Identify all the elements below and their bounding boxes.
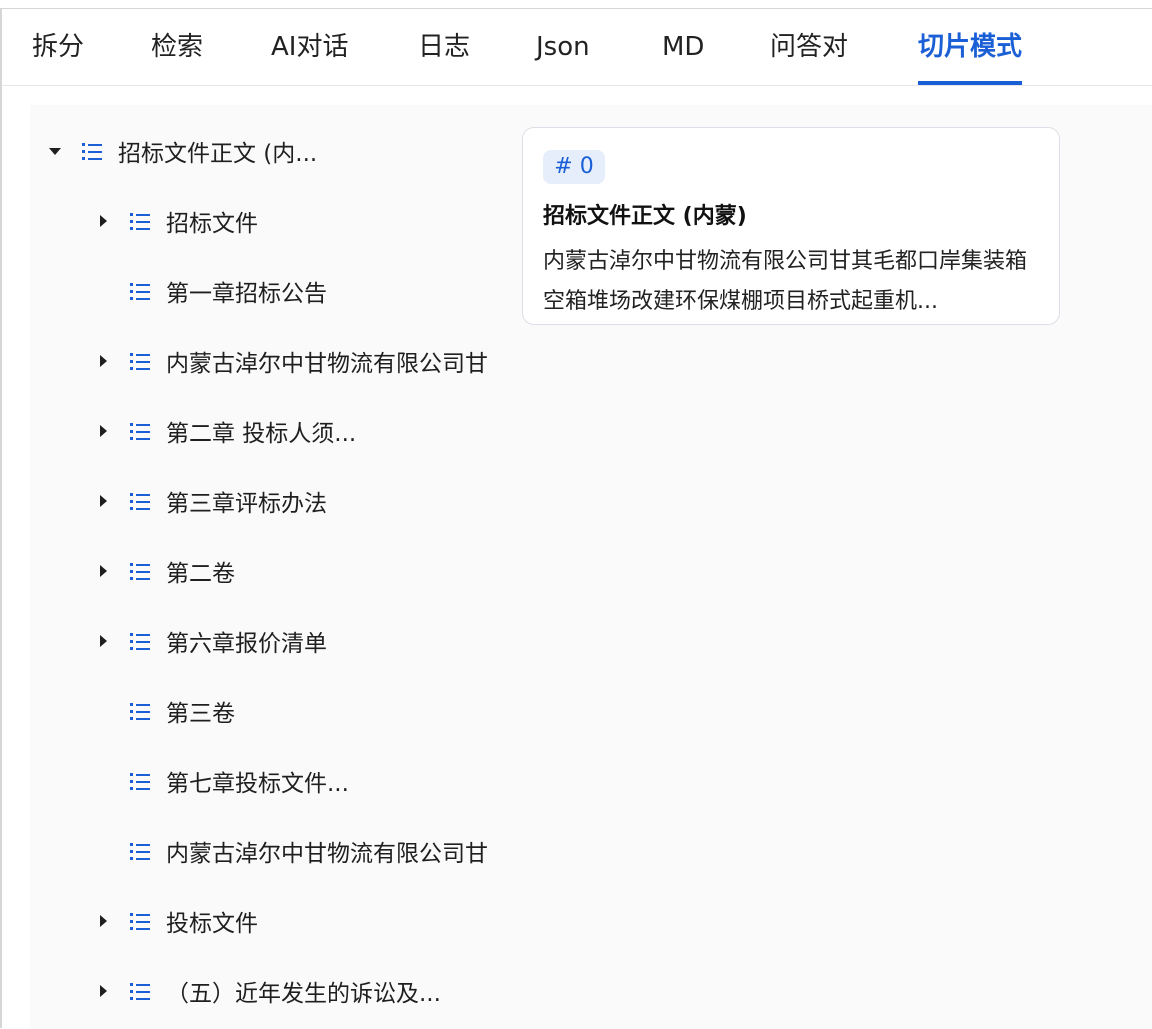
caret-right-icon[interactable] [94, 352, 112, 370]
tree-node-label: 第七章投标文件... [166, 771, 349, 797]
list-icon [130, 493, 150, 510]
caret-right-icon[interactable] [94, 212, 112, 230]
chunk-body: 内蒙古淖尔中甘物流有限公司甘其毛都口岸集装箱空箱堆场改建环保煤棚项目桥式起重机.… [543, 249, 1028, 314]
tab-bar: 拆分 检索 AI对话 日志 Json MD 问答对 切片模式 [2, 9, 1152, 86]
tree-node-label: 第六章报价清单 [166, 631, 327, 657]
tree-node[interactable]: （五）近年发生的诉讼及... [94, 971, 441, 1011]
list-icon [130, 353, 150, 370]
tree-node-label: 投标文件 [166, 911, 258, 937]
list-icon [130, 563, 150, 580]
caret-down-icon[interactable] [46, 142, 64, 160]
app-frame: 拆分 检索 AI对话 日志 Json MD 问答对 切片模式 招标文件正文 (内… [0, 8, 1152, 1029]
tree-node[interactable]: 第三章评标办法 [94, 481, 327, 521]
outline-tree: 招标文件正文 (内... 招标文件 第一章招标公告 内蒙古淖尔中甘物流有限公司甘… [30, 105, 510, 1029]
caret-spacer [94, 702, 112, 720]
tree-node[interactable]: 投标文件 [94, 901, 258, 941]
tree-node[interactable]: 第一章招标公告 [94, 271, 327, 311]
caret-right-icon[interactable] [94, 912, 112, 930]
list-icon [130, 213, 150, 230]
tree-node-label: 第二卷 [166, 561, 235, 587]
caret-right-icon[interactable] [94, 982, 112, 1000]
tree-node-label: 第二章 投标人须... [166, 421, 357, 447]
tree-node[interactable]: 内蒙古淖尔中甘物流有限公司甘 [94, 341, 504, 381]
tree-node[interactable]: 第二卷 [94, 551, 235, 591]
tab-split[interactable]: 拆分 [32, 25, 84, 85]
chunk-title: 招标文件正文 (内蒙) [543, 204, 747, 229]
tree-node-label: 第三卷 [166, 701, 235, 727]
list-icon [130, 843, 150, 860]
tree-node[interactable]: 招标文件 [94, 201, 258, 241]
tab-slice-mode[interactable]: 切片模式 [918, 25, 1023, 85]
list-icon [82, 143, 102, 160]
caret-spacer [94, 282, 112, 300]
caret-spacer [94, 842, 112, 860]
tree-node-label: 内蒙古淖尔中甘物流有限公司甘 [166, 841, 488, 867]
content-area: 招标文件正文 (内... 招标文件 第一章招标公告 内蒙古淖尔中甘物流有限公司甘… [30, 105, 1152, 1029]
list-icon [130, 283, 150, 300]
tree-node[interactable]: 第七章投标文件... [94, 761, 349, 801]
tab-qa-pairs[interactable]: 问答对 [770, 25, 848, 85]
tab-ai-chat[interactable]: AI对话 [271, 25, 348, 85]
tree-node[interactable]: 内蒙古淖尔中甘物流有限公司甘 [94, 831, 504, 871]
tree-node-label: 第一章招标公告 [166, 281, 327, 307]
tab-md[interactable]: MD [662, 25, 704, 85]
list-icon [130, 773, 150, 790]
tree-node-label: 招标文件正文 (内... [118, 141, 318, 167]
chunk-index-badge: # 0 [543, 150, 605, 184]
tree-node[interactable]: 第二章 投标人须... [94, 411, 356, 451]
tab-json[interactable]: Json [536, 25, 590, 85]
tree-node[interactable]: 第三卷 [94, 691, 235, 731]
tree-node-label: 第三章评标办法 [166, 491, 327, 517]
caret-right-icon[interactable] [94, 632, 112, 650]
list-icon [130, 983, 150, 1000]
caret-right-icon[interactable] [94, 492, 112, 510]
tree-node-label: 招标文件 [166, 211, 258, 237]
tree-node[interactable]: 第六章报价清单 [94, 621, 327, 661]
caret-spacer [94, 772, 112, 790]
caret-right-icon[interactable] [94, 422, 112, 440]
list-icon [130, 423, 150, 440]
list-icon [130, 703, 150, 720]
tab-log[interactable]: 日志 [418, 25, 470, 85]
chunk-card[interactable]: # 0 招标文件正文 (内蒙) 内蒙古淖尔中甘物流有限公司甘其毛都口岸集装箱空箱… [522, 127, 1060, 325]
list-icon [130, 913, 150, 930]
list-icon [130, 633, 150, 650]
tree-node-label: 内蒙古淖尔中甘物流有限公司甘 [166, 351, 488, 377]
tree-node-label: （五）近年发生的诉讼及... [166, 981, 441, 1007]
caret-right-icon[interactable] [94, 562, 112, 580]
tree-node-root[interactable]: 招标文件正文 (内... [46, 131, 317, 171]
tab-search[interactable]: 检索 [151, 25, 203, 85]
